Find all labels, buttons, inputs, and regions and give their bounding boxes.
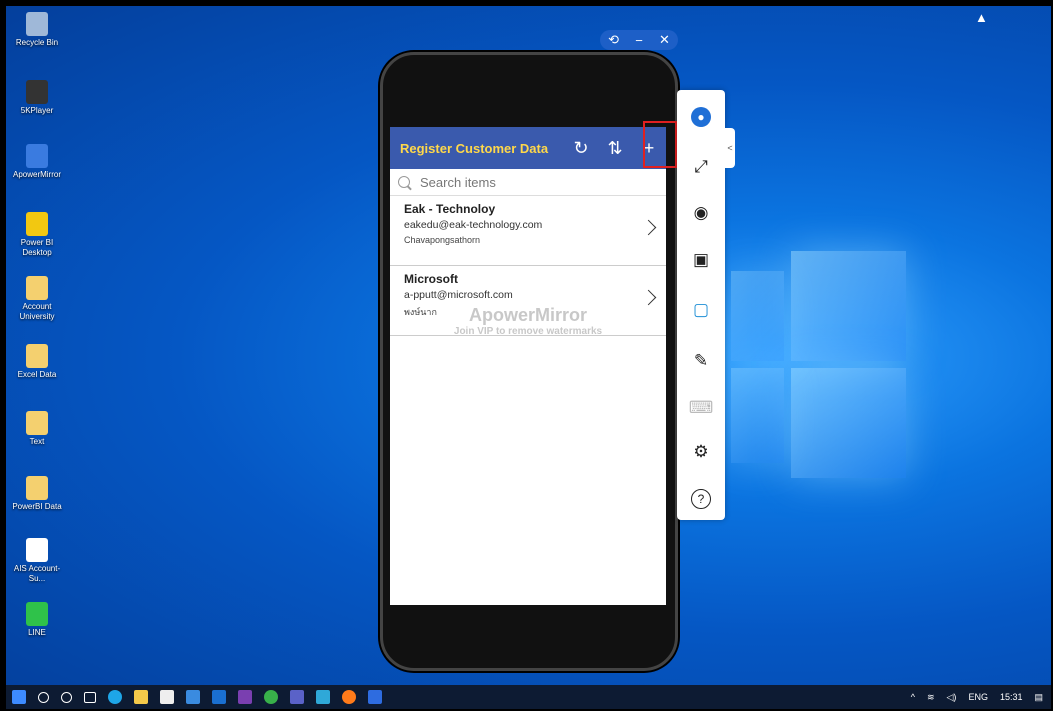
outlook-icon[interactable] bbox=[212, 690, 226, 704]
notification-icon[interactable]: ▤ bbox=[1034, 692, 1043, 703]
search-placeholder: Search items bbox=[420, 174, 496, 190]
phone-screen: Register Customer Data ↻ ⇅ + Search item… bbox=[390, 127, 666, 605]
system-tray: ^ ≋ ◁) ENG 15:31 ▤ bbox=[911, 685, 1043, 709]
avatar-icon[interactable]: ● bbox=[677, 102, 725, 132]
watermark-brand: ApowerMirror bbox=[468, 305, 587, 325]
mirror-window-controls: ⟲ − ✕ bbox=[600, 30, 678, 50]
recycle-bin-icon bbox=[26, 12, 48, 36]
store-icon[interactable] bbox=[160, 690, 174, 704]
taskbar: ^ ≋ ◁) ENG 15:31 ▤ bbox=[6, 685, 1051, 709]
desktop-icon-label: Account University bbox=[19, 302, 55, 321]
screenshot-icon[interactable]: ◉ bbox=[677, 198, 725, 228]
toolbar-collapse-button[interactable]: < bbox=[725, 128, 735, 168]
desktop-icon-label: Power BI Desktop bbox=[20, 238, 54, 257]
line-icon bbox=[26, 602, 48, 626]
language-indicator[interactable]: ENG bbox=[968, 692, 988, 702]
network-icon[interactable]: ≋ bbox=[927, 692, 935, 703]
windows-logo-pane bbox=[791, 251, 906, 361]
firefox-icon[interactable] bbox=[342, 690, 356, 704]
draw-icon[interactable]: ✎ bbox=[677, 346, 725, 376]
windows-logo-pane bbox=[731, 271, 784, 361]
volume-icon[interactable]: ◁) bbox=[947, 692, 957, 703]
side-toolbar: ● ⤢ ◉ ▣ ▢ ✎ ⌨ ⚙ ? bbox=[677, 90, 725, 520]
list-item[interactable]: Eak - Technoloy eakedu@eak-technology.co… bbox=[390, 196, 666, 266]
onenote-icon[interactable] bbox=[238, 690, 252, 704]
highlight-box bbox=[643, 121, 677, 168]
desktop-icon[interactable]: Excel Data bbox=[8, 344, 66, 380]
windows-logo-pane bbox=[731, 368, 784, 463]
panda-icon bbox=[26, 80, 48, 104]
app-icon[interactable] bbox=[316, 690, 330, 704]
desktop-icon[interactable]: LINE bbox=[8, 602, 66, 638]
folder-icon bbox=[26, 411, 48, 435]
item-contact: Chavapongsathorn bbox=[404, 235, 481, 245]
desktop-icon[interactable]: ApowerMirror bbox=[8, 144, 66, 180]
desktop-icon-label: Excel Data bbox=[17, 370, 57, 379]
windows-logo-pane bbox=[791, 368, 906, 478]
minimize-button[interactable]: − bbox=[635, 33, 643, 48]
desktop-icon-label: PowerBI Data bbox=[12, 502, 62, 511]
apowermirror-icon bbox=[26, 144, 48, 168]
folder-icon bbox=[26, 276, 48, 300]
desktop-icon-label: 5KPlayer bbox=[20, 106, 54, 115]
help-icon[interactable]: ? bbox=[677, 484, 725, 514]
item-email: a-pputt@microsoft.com bbox=[404, 289, 513, 301]
desktop-icon-label: ApowerMirror bbox=[12, 170, 61, 179]
search-icon bbox=[398, 176, 410, 188]
phone-frame: Register Customer Data ↻ ⇅ + Search item… bbox=[380, 52, 678, 671]
item-title: Microsoft bbox=[404, 272, 458, 286]
search-icon[interactable] bbox=[38, 691, 49, 703]
desktop-icon[interactable]: PowerBI Data bbox=[8, 476, 66, 512]
desktop-icon[interactable]: Recycle Bin bbox=[8, 12, 66, 48]
apowermirror-taskbar-icon[interactable] bbox=[368, 690, 382, 704]
settings-icon[interactable]: ⚙ bbox=[677, 437, 725, 467]
clock[interactable]: 15:31 bbox=[1000, 692, 1023, 702]
app-title: Register Customer Data bbox=[400, 140, 549, 156]
mouse-cursor-icon: ▲ bbox=[975, 10, 988, 25]
powerbi-icon bbox=[26, 212, 48, 236]
desktop-icon[interactable]: Power BI Desktop bbox=[8, 212, 66, 258]
edge-icon[interactable] bbox=[108, 690, 122, 704]
item-title: Eak - Technoloy bbox=[404, 202, 496, 216]
item-email: eakedu@eak-technology.com bbox=[404, 219, 543, 231]
app-header: Register Customer Data ↻ ⇅ + bbox=[390, 127, 666, 169]
watermark: ApowerMirror Join VIP to remove watermar… bbox=[390, 305, 666, 337]
record-icon[interactable]: ▣ bbox=[677, 245, 725, 275]
keyboard-icon[interactable]: ⌨ bbox=[677, 393, 725, 423]
desktop-icon[interactable]: Account University bbox=[8, 276, 66, 322]
folder-icon bbox=[26, 476, 48, 500]
chevron-up-icon[interactable]: ^ bbox=[911, 692, 915, 702]
fullscreen-icon[interactable]: ⤢ bbox=[677, 152, 725, 182]
folder-icon bbox=[26, 344, 48, 368]
explorer-icon[interactable] bbox=[134, 690, 148, 704]
refresh-button[interactable]: ↻ bbox=[564, 138, 598, 159]
search-input[interactable]: Search items bbox=[390, 169, 666, 196]
teams-icon[interactable] bbox=[290, 690, 304, 704]
desktop-icon[interactable]: 5KPlayer bbox=[8, 80, 66, 116]
pin-icon[interactable]: ⟲ bbox=[608, 32, 619, 48]
chrome-icon[interactable] bbox=[264, 690, 278, 704]
desktop-icon[interactable]: Text bbox=[8, 411, 66, 447]
mail-icon[interactable] bbox=[186, 690, 200, 704]
sort-button[interactable]: ⇅ bbox=[598, 138, 632, 159]
desktop-icon[interactable]: AIS Account-Su... bbox=[8, 538, 66, 584]
watermark-note: Join VIP to remove watermarks bbox=[453, 326, 603, 337]
file-icon bbox=[26, 538, 48, 562]
start-icon[interactable] bbox=[12, 690, 26, 704]
desktop-icon-label: LINE bbox=[28, 628, 46, 637]
desktop-icon-label: AIS Account-Su... bbox=[13, 564, 61, 583]
cortana-icon[interactable] bbox=[61, 691, 72, 703]
desktop-icon-label: Recycle Bin bbox=[15, 38, 59, 47]
screen-cast-icon[interactable]: ▢ bbox=[677, 295, 725, 325]
desktop-icon-label: Text bbox=[29, 437, 45, 446]
task-view-icon[interactable] bbox=[84, 691, 96, 703]
close-button[interactable]: ✕ bbox=[659, 32, 670, 48]
